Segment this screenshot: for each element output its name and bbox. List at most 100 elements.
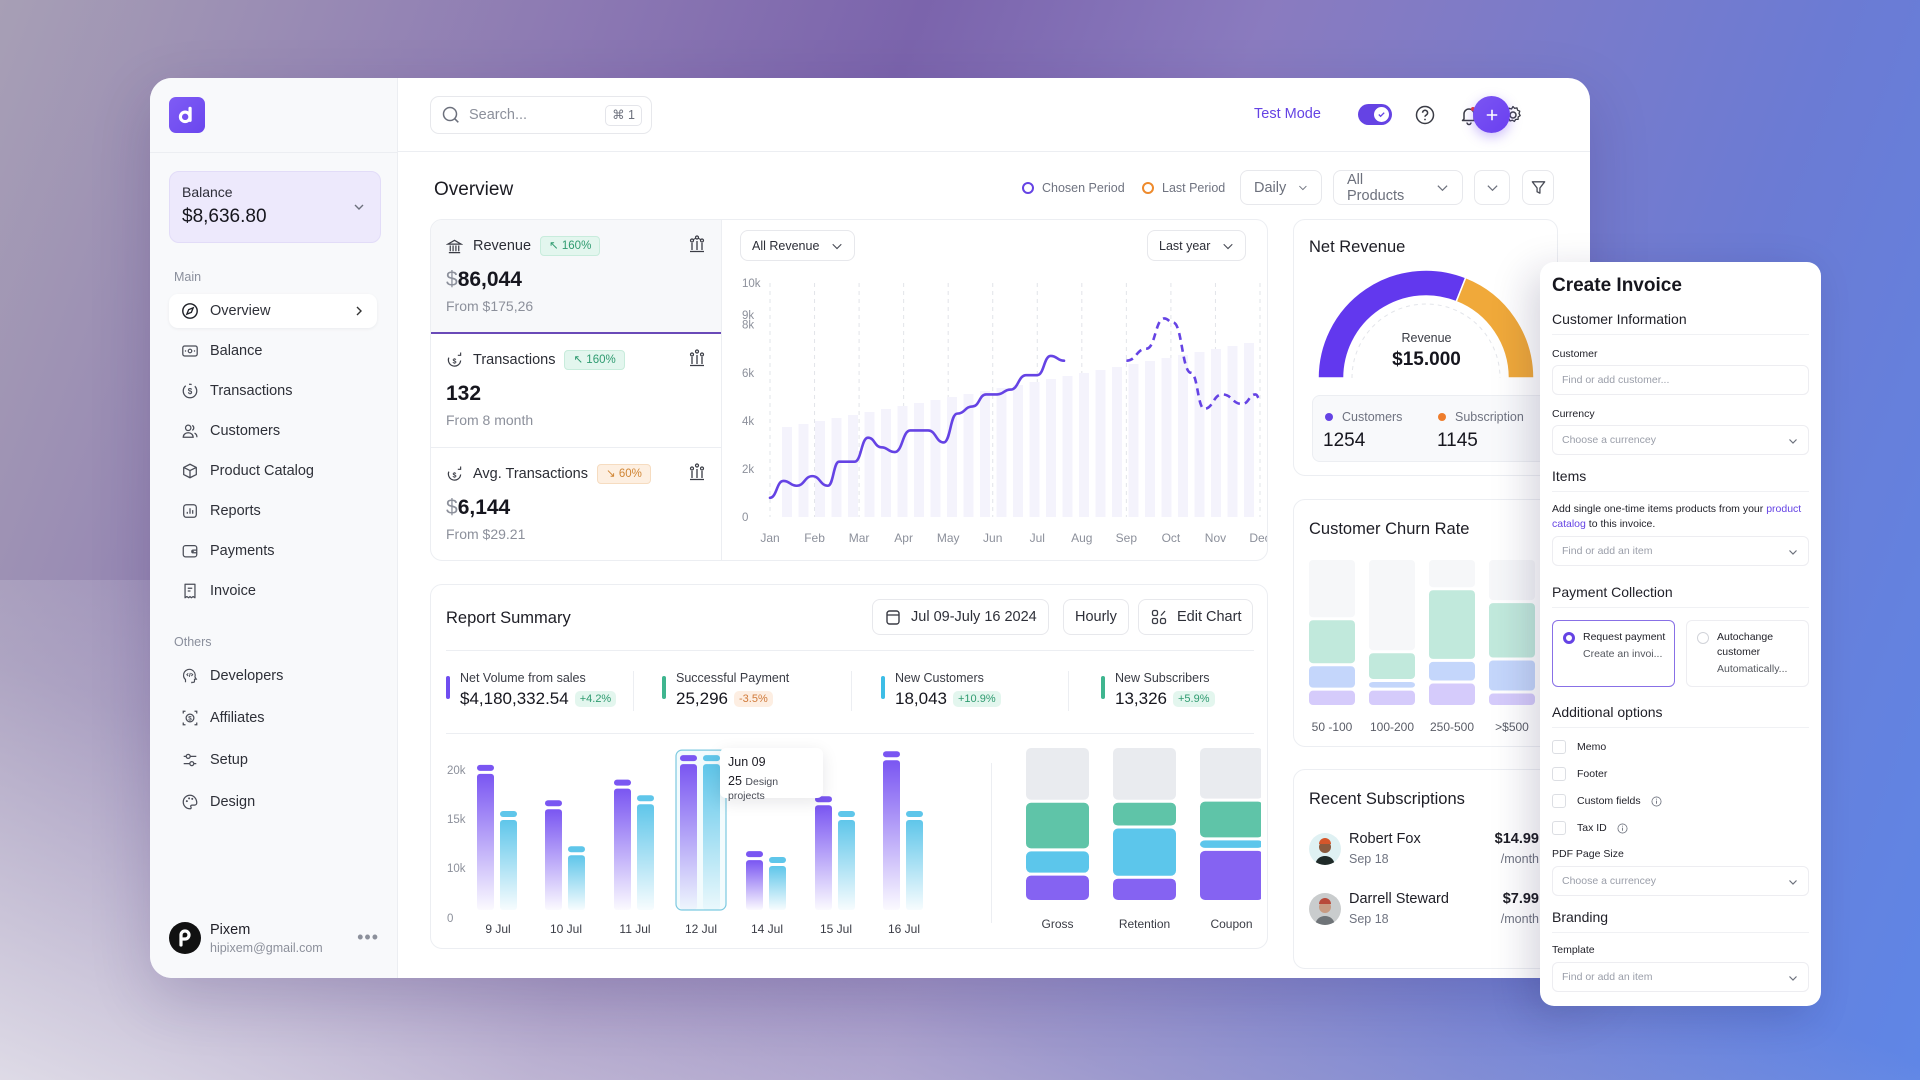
app-logo[interactable] — [169, 97, 205, 133]
test-mode-toggle[interactable] — [1358, 104, 1392, 125]
stack-segment — [1113, 748, 1176, 800]
payment-option-autocharge[interactable]: Autochange customer Automatically... — [1686, 620, 1809, 687]
svg-text:$: $ — [453, 357, 457, 365]
sidebar-item-invoice[interactable]: Invoice — [169, 574, 377, 608]
help-icon[interactable] — [1414, 104, 1436, 126]
kpi-sub: From 8 month — [446, 412, 534, 428]
churn-segment — [1309, 666, 1355, 688]
x-tick-label: Jul — [1030, 531, 1045, 545]
palette-icon — [182, 794, 198, 810]
more-options-button[interactable]: ••• — [357, 928, 379, 946]
currency-select[interactable]: Choose a currencey — [1552, 425, 1809, 455]
chevron-down-icon — [1789, 880, 1797, 885]
y-tick-label: 10k — [447, 863, 466, 875]
radio-unselected[interactable] — [1697, 632, 1709, 644]
checkbox-memo[interactable]: Memo — [1552, 739, 1606, 755]
bar-chosen — [477, 773, 494, 910]
chart-tooltip: Jun 09 25 Design projects — [720, 748, 823, 802]
churn-segment — [1309, 690, 1355, 705]
chart-trend-icon[interactable] — [687, 348, 707, 368]
date-range-button[interactable]: Jul 09-July 16 2024 — [872, 599, 1049, 635]
filter-button[interactable] — [1522, 170, 1554, 205]
background-bar — [1194, 352, 1205, 517]
radio-selected[interactable] — [1563, 632, 1575, 644]
sidebar-item-transactions[interactable]: $ Transactions — [169, 374, 377, 408]
kpi-transactions[interactable]: $ Transactions ↖ 160% 132 From 8 month — [431, 334, 721, 448]
churn-segment — [1429, 590, 1475, 659]
interval-dropdown[interactable]: Daily — [1240, 170, 1322, 205]
edit-chart-button[interactable]: Edit Chart — [1138, 599, 1254, 635]
x-tick-label: 50 -100 — [1312, 720, 1353, 734]
info-icon[interactable] — [1651, 796, 1662, 807]
sidebar-item-developers[interactable]: Developers — [169, 659, 377, 693]
avatar — [1309, 893, 1341, 925]
kpi-avg-transactions[interactable]: $ Avg. Transactions ↘ 60% $6,144 From $2… — [431, 448, 721, 560]
background-bar — [914, 403, 924, 517]
user-name: Pixem — [210, 922, 251, 938]
payment-option-request[interactable]: Request payment Create an invoi... — [1552, 620, 1675, 687]
sidebar-item-product-catalog[interactable]: Product Catalog — [169, 454, 377, 488]
bar-cap-chosen — [614, 779, 631, 786]
search-input[interactable] — [469, 107, 589, 123]
checkbox-footer[interactable]: Footer — [1552, 766, 1607, 782]
pdf-size-select[interactable]: Choose a currencey — [1552, 866, 1809, 896]
sidebar-item-reports[interactable]: Reports — [169, 494, 377, 528]
sidebar-item-balance[interactable]: Balance — [169, 334, 377, 368]
sidebar-item-affiliates[interactable]: $ Affiliates — [169, 701, 377, 735]
stack-segment — [1200, 850, 1261, 900]
legend-last-period: Last Period — [1142, 181, 1225, 195]
stack-segment — [1200, 748, 1261, 799]
products-dropdown[interactable]: All Products — [1333, 170, 1463, 205]
trend-badge: ↖ 160% — [540, 236, 601, 256]
chevron-down-icon — [1486, 185, 1498, 192]
kpi-revenue[interactable]: Revenue ↖ 160% $86,044 From $175,26 — [431, 220, 721, 334]
search-bar[interactable]: ⌘ 1 — [430, 96, 652, 134]
x-tick-label: 10 Jul — [550, 922, 582, 936]
sidebar-item-design[interactable]: Design — [169, 785, 377, 819]
sidebar-item-customers[interactable]: Customers — [169, 414, 377, 448]
y-tick-label: 2k — [742, 464, 754, 476]
info-icon[interactable] — [1617, 823, 1628, 834]
chart-trend-icon[interactable] — [687, 462, 707, 482]
background-bar — [864, 412, 875, 517]
dollar-refresh-icon: $ — [447, 465, 462, 481]
customer-input[interactable] — [1562, 374, 1782, 386]
item-select[interactable]: Find or add an item — [1552, 536, 1809, 566]
x-tick-label: Jun — [983, 531, 1002, 545]
hourly-button[interactable]: Hourly — [1063, 599, 1129, 635]
subscription-row[interactable]: Robert Fox Sep 18 $14.99 /month — [1309, 829, 1539, 877]
create-invoice-panel: Create Invoice Customer Information Cust… — [1540, 262, 1821, 1006]
churn-segment — [1489, 693, 1535, 705]
x-tick-label: Aug — [1071, 531, 1092, 545]
background-bar — [881, 409, 891, 517]
bar-cap-chosen — [746, 851, 763, 858]
x-tick-label: Nov — [1205, 531, 1226, 545]
balance-selector[interactable]: Balance $8,636.80 — [169, 171, 381, 243]
background-bar — [1128, 364, 1139, 517]
sidebar-item-payments[interactable]: Payments — [169, 534, 377, 568]
sidebar-item-overview[interactable]: Overview — [169, 294, 377, 328]
chart-trend-icon[interactable] — [687, 234, 707, 254]
sidebar-item-setup[interactable]: Setup — [169, 743, 377, 777]
template-select[interactable]: Find or add an item — [1552, 962, 1809, 992]
more-dropdown[interactable] — [1474, 170, 1510, 205]
background-bar — [1029, 382, 1040, 517]
section-heading: Additional options — [1552, 704, 1663, 720]
checkbox-custom-fields[interactable]: Custom fields — [1552, 793, 1662, 809]
report-stacked-chart: Gross Retention Coupon — [1026, 748, 1261, 931]
user-profile[interactable]: Pixem hipixem@gmail.com ••• — [169, 920, 379, 958]
legend-marker — [1022, 182, 1034, 194]
background-bar — [963, 394, 974, 517]
grid-edit-icon — [1151, 609, 1167, 625]
box-icon — [183, 463, 197, 479]
x-tick-label: 12 Jul — [685, 922, 717, 936]
stack-segment — [1200, 801, 1261, 838]
customer-field[interactable] — [1552, 365, 1809, 395]
kpi-sub: From $175,26 — [446, 298, 534, 314]
subscription-row[interactable]: Darrell Steward Sep 18 $7.99 /month — [1309, 889, 1539, 937]
field-label: Currency — [1552, 408, 1595, 420]
wallet-cash-icon — [182, 345, 198, 357]
kpi-value: 86,044 — [457, 268, 522, 291]
add-button[interactable] — [1473, 96, 1510, 133]
checkbox-tax-id[interactable]: Tax ID — [1552, 820, 1628, 836]
